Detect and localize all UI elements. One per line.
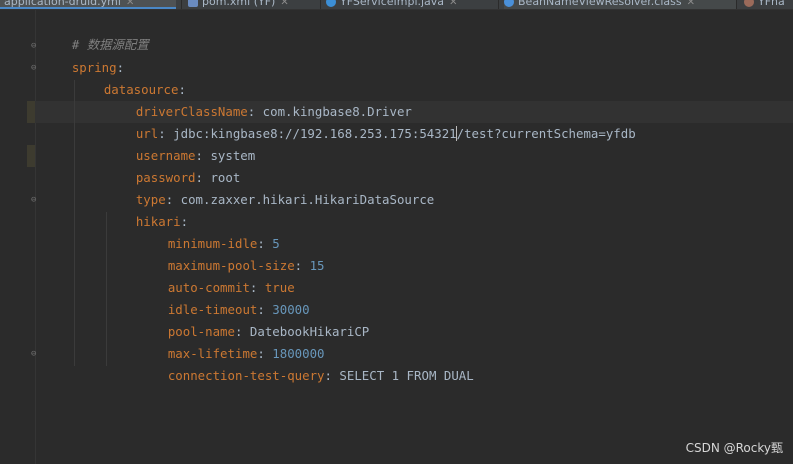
yaml-key: connection-test-query xyxy=(167,368,325,383)
code-line-max-lifetime[interactable]: max-lifetime: 1800000 xyxy=(138,321,325,361)
yaml-value: /test?currentSchema=yfdb xyxy=(456,126,636,141)
code-line-driver[interactable]: driverClassName: com.kingbase8.Driver xyxy=(106,79,412,119)
tab-label: YFServiceImpl.java xyxy=(340,0,445,8)
tab-yfserviceimpl-java[interactable]: YFServiceImpl.java ✕ xyxy=(326,0,498,9)
editor-tab-bar: application-druid.yml ✕ pom.xml (YF) ✕ YFS… xyxy=(0,0,793,10)
change-marker[interactable] xyxy=(27,145,35,167)
close-icon[interactable]: ✕ xyxy=(449,0,457,8)
yaml-value: com.zaxxer.hikari.HikariDataSource xyxy=(180,192,435,207)
code-line-pool-name[interactable]: pool-name: DatebookHikariCP xyxy=(138,299,369,339)
fold-marker-icon[interactable]: ⊖ xyxy=(31,196,36,205)
tab-label: YFha xyxy=(758,0,785,8)
yaml-value: 15 xyxy=(309,258,325,273)
code-line-connection-test-query[interactable]: connection-test-query: SELECT 1 FROM DUA… xyxy=(138,343,474,383)
code-line-idle-timeout[interactable]: idle-timeout: 30000 xyxy=(138,277,310,317)
tab-beannameviewresolver-class[interactable]: BeanNameViewResolver.class ✕ xyxy=(504,0,736,9)
code-line-spring[interactable]: spring: xyxy=(42,35,124,75)
tab-application-druid-yml[interactable]: application-druid.yml ✕ xyxy=(0,0,176,9)
gutter-divider xyxy=(35,10,36,464)
code-line-comment[interactable]: # 数据源配置 xyxy=(42,12,149,52)
tab-label: application-druid.yml xyxy=(4,0,121,8)
tab-yfha[interactable]: YFha xyxy=(744,0,793,9)
file-icon xyxy=(744,0,754,7)
tab-label: pom.xml (YF) xyxy=(202,0,276,8)
tab-label: BeanNameViewResolver.class xyxy=(518,0,682,8)
yaml-value: SELECT 1 FROM DUAL xyxy=(339,368,474,383)
class-file-icon xyxy=(504,0,514,7)
code-line-password[interactable]: password: root xyxy=(106,145,240,185)
code-line-datasource[interactable]: datasource: xyxy=(74,57,186,97)
close-icon[interactable]: ✕ xyxy=(126,0,134,8)
code-line-auto-commit[interactable]: auto-commit: true xyxy=(138,255,295,295)
close-icon[interactable]: ✕ xyxy=(280,0,288,8)
change-marker[interactable] xyxy=(27,101,35,123)
java-class-icon xyxy=(326,0,336,7)
fold-end-marker-icon[interactable]: ⊖ xyxy=(31,350,36,359)
code-line-type[interactable]: type: com.zaxxer.hikari.HikariDataSource xyxy=(106,167,434,207)
watermark: CSDN @Rocky甄 xyxy=(685,441,783,455)
maven-file-icon xyxy=(188,0,198,7)
editor-gutter[interactable] xyxy=(0,10,34,464)
code-line-username[interactable]: username: system xyxy=(106,123,255,163)
code-line-url[interactable]: url: jdbc:kingbase8://192.168.253.175:54… xyxy=(106,101,636,141)
tab-pom-xml[interactable]: pom.xml (YF) ✕ xyxy=(188,0,320,9)
code-line-hikari[interactable]: hikari: xyxy=(106,189,188,229)
code-line-minimum-idle[interactable]: minimum-idle: 5 xyxy=(138,211,280,251)
close-icon[interactable]: ✕ xyxy=(687,0,695,8)
code-line-maximum-pool-size[interactable]: maximum-pool-size: 15 xyxy=(138,233,325,273)
fold-marker-icon[interactable]: ⊖ xyxy=(31,64,36,73)
fold-marker-icon[interactable]: ⊖ xyxy=(31,42,36,51)
